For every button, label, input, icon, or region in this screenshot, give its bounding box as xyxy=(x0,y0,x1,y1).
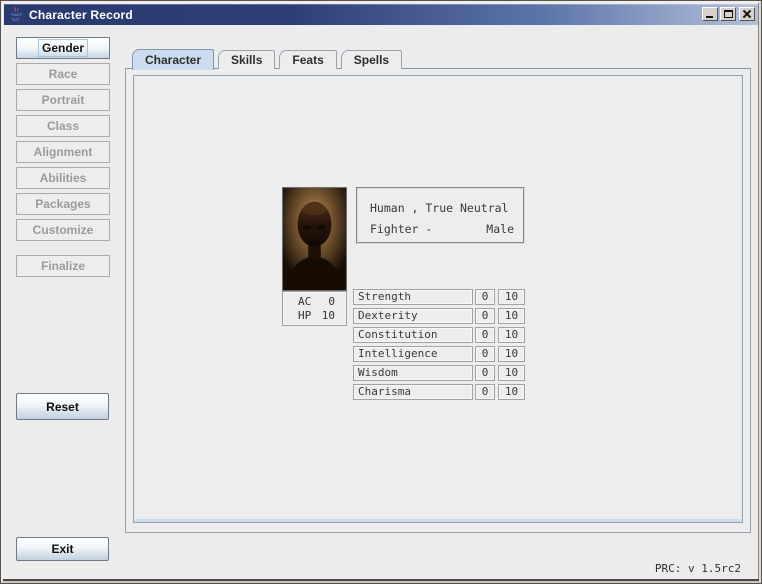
table-row: Wisdom 0 10 xyxy=(353,365,525,381)
ability-score: 10 xyxy=(498,384,525,400)
version-label: PRC: v 1.5rc2 xyxy=(655,562,741,575)
minimize-button[interactable] xyxy=(702,7,718,21)
ability-modifier: 0 xyxy=(475,384,495,400)
minimize-icon xyxy=(706,16,713,18)
window-title: Character Record xyxy=(29,8,133,22)
ability-modifier: 0 xyxy=(475,327,495,343)
tab-strip: Character Skills Feats Spells xyxy=(132,48,406,69)
sidebar-button-abilities[interactable]: Abilities xyxy=(16,167,110,189)
tab-feats[interactable]: Feats xyxy=(279,50,336,69)
tab-spells[interactable]: Spells xyxy=(341,50,402,69)
sidebar-button-race[interactable]: Race xyxy=(16,63,110,85)
sidebar-button-customize[interactable]: Customize xyxy=(16,219,110,241)
ability-name: Strength xyxy=(353,289,473,305)
close-icon xyxy=(740,8,754,20)
titlebar[interactable]: Character Record xyxy=(4,4,758,25)
sidebar-button-class[interactable]: Class xyxy=(16,115,110,137)
ability-score: 10 xyxy=(498,346,525,362)
ability-name: Constitution xyxy=(353,327,473,343)
sidebar-button-packages[interactable]: Packages xyxy=(16,193,110,215)
ability-modifier: 0 xyxy=(475,289,495,305)
tab-skills[interactable]: Skills xyxy=(218,50,275,69)
hp-value: 10 xyxy=(322,309,335,323)
java-cup-icon xyxy=(8,7,23,22)
table-row: Intelligence 0 10 xyxy=(353,346,525,362)
exit-button[interactable]: Exit xyxy=(16,537,109,561)
sidebar-button-gender-label: Gender xyxy=(38,39,88,57)
ability-modifier: 0 xyxy=(475,308,495,324)
table-row: Dexterity 0 10 xyxy=(353,308,525,324)
ac-value: 0 xyxy=(328,295,335,309)
ability-score: 10 xyxy=(498,365,525,381)
table-row: Strength 0 10 xyxy=(353,289,525,305)
ability-score: 10 xyxy=(498,327,525,343)
hp-label: HP xyxy=(298,309,311,323)
class-text: Fighter - xyxy=(370,219,432,240)
ac-label: AC xyxy=(298,295,311,309)
table-row: Constitution 0 10 xyxy=(353,327,525,343)
character-summary-box: Human , True Neutral Fighter - Male xyxy=(356,187,525,244)
window-controls xyxy=(700,7,755,21)
ability-score: 10 xyxy=(498,308,525,324)
ability-name: Wisdom xyxy=(353,365,473,381)
sidebar-button-alignment[interactable]: Alignment xyxy=(16,141,110,163)
sidebar-button-gender[interactable]: Gender xyxy=(16,37,110,59)
ability-table: Strength 0 10 Dexterity 0 10 Constitutio… xyxy=(353,289,525,404)
sidebar-button-portrait[interactable]: Portrait xyxy=(16,89,110,111)
ac-hp-box: AC 0 HP 10 xyxy=(282,291,347,326)
sidebar-button-finalize[interactable]: Finalize xyxy=(16,255,110,277)
gender-text: Male xyxy=(486,219,514,240)
ability-modifier: 0 xyxy=(475,365,495,381)
table-row: Charisma 0 10 xyxy=(353,384,525,400)
ability-modifier: 0 xyxy=(475,346,495,362)
race-alignment-text: Human , True Neutral xyxy=(370,198,514,219)
maximize-button[interactable] xyxy=(720,7,736,21)
maximize-icon xyxy=(724,10,733,18)
close-button[interactable] xyxy=(739,7,755,21)
ability-score: 10 xyxy=(498,289,525,305)
ability-name: Dexterity xyxy=(353,308,473,324)
ability-name: Charisma xyxy=(353,384,473,400)
character-portrait xyxy=(282,187,347,291)
tab-character[interactable]: Character xyxy=(132,49,214,70)
ability-name: Intelligence xyxy=(353,346,473,362)
reset-button[interactable]: Reset xyxy=(16,393,109,420)
app-window: Character Record Gender Race Portrait Cl… xyxy=(0,0,762,584)
